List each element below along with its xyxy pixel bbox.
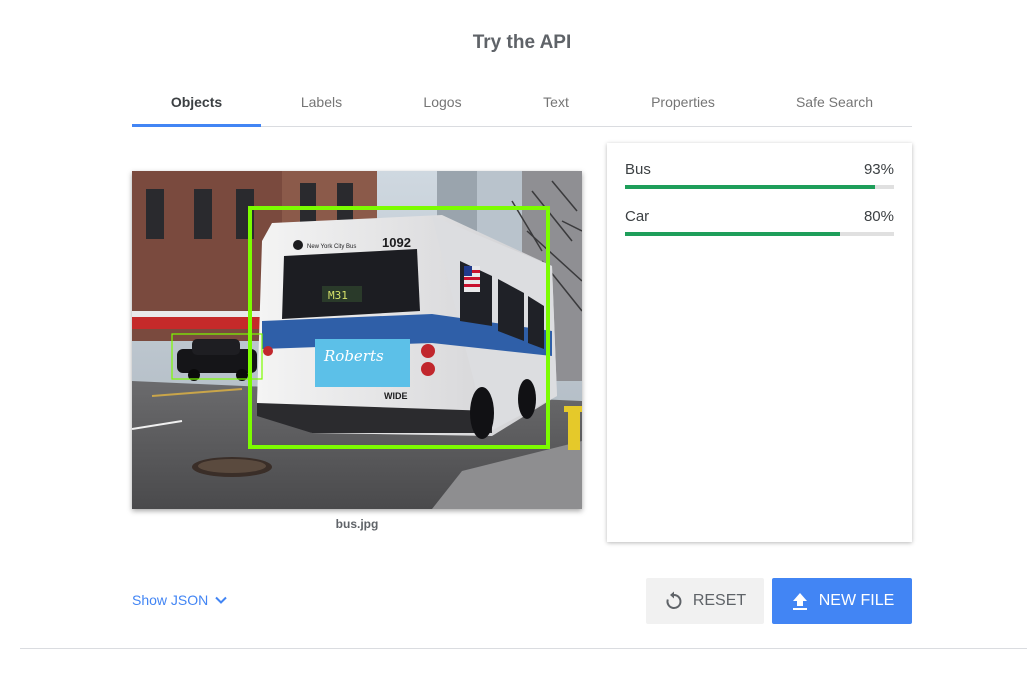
- confidence-bar-fill: [625, 185, 876, 189]
- ad-brand-text: Roberts: [323, 347, 384, 365]
- reset-button[interactable]: RESET: [646, 578, 764, 624]
- bottom-divider: [20, 648, 1027, 649]
- bus-number: 1092: [382, 235, 411, 250]
- reset-label: RESET: [692, 592, 747, 609]
- show-json-toggle[interactable]: Show JSON: [132, 592, 228, 608]
- tab-labels[interactable]: Labels: [261, 80, 382, 126]
- active-tab-indicator: [132, 124, 261, 127]
- page-title: Try the API: [472, 32, 572, 53]
- tab-properties[interactable]: Properties: [609, 80, 757, 126]
- confidence-bar-track: [625, 232, 894, 236]
- bumper-text: WIDE: [384, 391, 408, 401]
- tab-logos[interactable]: Logos: [382, 80, 503, 126]
- try-the-api-widget: Try the API Objects Labels Logos Text Pr…: [0, 0, 1027, 692]
- tab-text[interactable]: Text: [503, 80, 609, 126]
- reset-icon: [664, 591, 684, 611]
- confidence-bar-fill: [625, 232, 841, 236]
- image-filename: bus.jpg: [335, 517, 379, 531]
- result-row-bus: Bus 93%: [625, 161, 894, 193]
- confidence-bar-track: [625, 185, 894, 189]
- analyzed-image: M31 1092 New York City Bus Roberts WIDE: [132, 171, 582, 509]
- tab-bar: Objects Labels Logos Text Properties Saf…: [132, 80, 912, 127]
- result-row-car: Car 80%: [625, 208, 894, 240]
- show-json-label: Show JSON: [132, 592, 209, 608]
- chevron-down-icon: [214, 593, 228, 607]
- tab-safe-search[interactable]: Safe Search: [757, 80, 912, 126]
- tab-objects[interactable]: Objects: [132, 80, 261, 126]
- bus: M31 1092 New York City Bus Roberts WIDE: [257, 215, 557, 439]
- new-file-label: NEW FILE: [818, 592, 895, 609]
- result-percent: 93%: [863, 161, 894, 178]
- new-file-button[interactable]: NEW FILE: [772, 578, 912, 624]
- upload-icon: [790, 591, 810, 611]
- bus-operator-text: New York City Bus: [307, 244, 356, 250]
- result-label: Bus: [625, 161, 651, 178]
- result-percent: 80%: [863, 208, 894, 225]
- bus-photo: M31 1092 New York City Bus Roberts WIDE: [132, 171, 582, 509]
- results-card: Bus 93% Car 80%: [607, 143, 912, 542]
- result-label: Car: [625, 208, 650, 225]
- bus-route-sign: M31: [328, 289, 348, 302]
